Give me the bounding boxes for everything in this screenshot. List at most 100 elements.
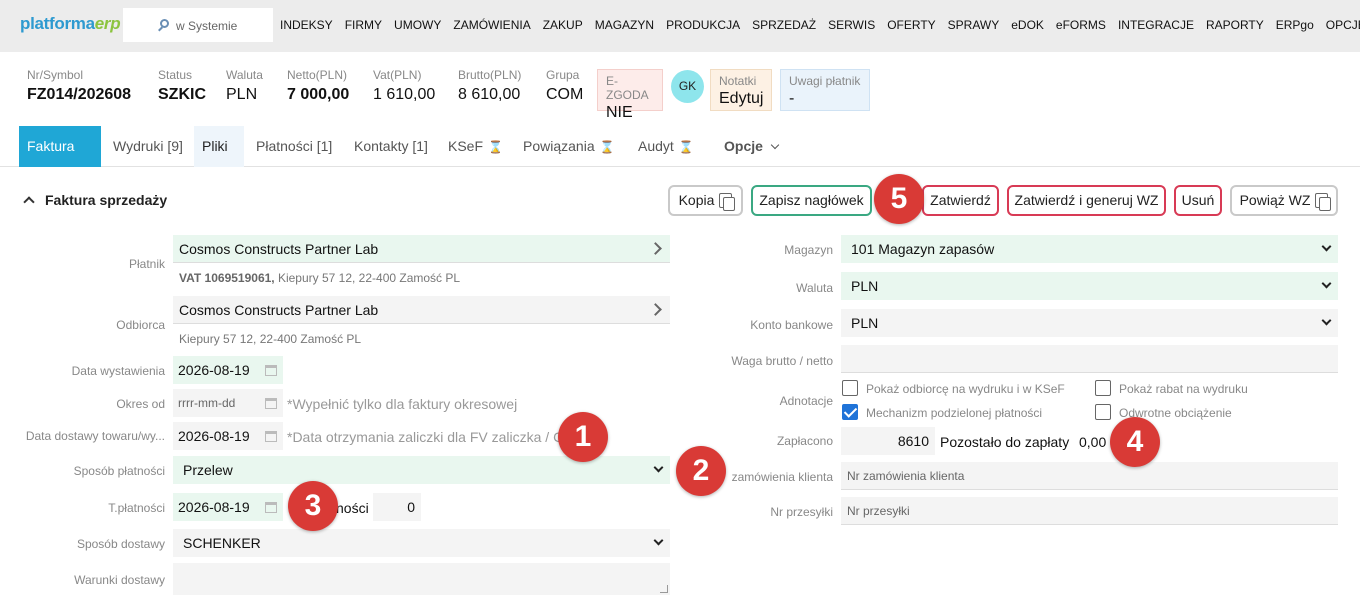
tab-audyt[interactable]: Audyt ⌛: [630, 126, 702, 167]
ezgoda-value: NIE: [606, 104, 633, 121]
header-uwagi[interactable]: Uwagi płatnik -: [780, 69, 870, 111]
okres-od-input[interactable]: rrrr-mm-dd: [173, 389, 283, 417]
data-wystawienia-value: 2026-08-19: [178, 362, 250, 378]
tab-faktura[interactable]: Faktura [1]: [19, 126, 101, 195]
menu-item-sprawy[interactable]: SPRAWY: [948, 18, 1000, 32]
data-dostawy-input[interactable]: 2026-08-19: [173, 422, 283, 450]
approve-generate-wz-button[interactable]: Zatwierdź i generuj WZ: [1007, 185, 1166, 216]
menu-item-oferty[interactable]: OFERTY: [887, 18, 935, 32]
sposob-dostawy-value: SCHENKER: [183, 535, 261, 551]
calendar-icon: [265, 502, 277, 513]
zaplacono-input[interactable]: 8610: [841, 427, 935, 455]
menu-item-magazyn[interactable]: MAGAZYN: [595, 18, 654, 32]
save-header-button[interactable]: Zapisz nagłówek: [751, 185, 872, 216]
menu-item-raporty[interactable]: RAPORTY: [1206, 18, 1264, 32]
menu-item-indeksy[interactable]: INDEKSY: [280, 18, 333, 32]
tab-ksef[interactable]: KSeF ⌛: [440, 126, 511, 167]
tab-pliki[interactable]: Pliki: [194, 126, 244, 167]
link-wz-button[interactable]: Powiąż WZ: [1230, 185, 1338, 216]
menu-item-produkcja[interactable]: PRODUKCJA: [666, 18, 740, 32]
sposob-platnosci-value: Przelew: [183, 462, 233, 478]
checkbox-mechanizm-podzielonej[interactable]: [842, 404, 858, 420]
chevron-down-icon: [1321, 278, 1332, 289]
odbiorca-label: Odbiorca: [116, 318, 165, 332]
vat-value: 1 610,00: [373, 86, 436, 103]
tab-opcje[interactable]: Opcje: [716, 126, 786, 167]
search-input[interactable]: w Systemie: [123, 8, 273, 42]
chevron-down-icon: [653, 535, 664, 546]
nr-zamowienia-input[interactable]: Nr zamówienia klienta: [841, 462, 1338, 490]
notatki-value: Edytuj: [719, 90, 764, 107]
checkbox-pokaz-rabat[interactable]: [1095, 380, 1111, 396]
menu-item-zamowienia[interactable]: ZAMÓWIENIA: [453, 18, 530, 32]
resize-handle-icon: [660, 585, 668, 593]
okres-od-placeholder: rrrr-mm-dd: [178, 396, 236, 410]
data-dostawy-label: Data dostawy towaru/wy...: [25, 429, 165, 443]
menu-item-sprzedaz[interactable]: SPRZEDAŻ: [752, 18, 816, 32]
menu-item-eforms[interactable]: eFORMS: [1056, 18, 1106, 32]
logo[interactable]: platformaerp: [20, 14, 121, 34]
notatki-label: Notatki: [719, 74, 757, 88]
data-wystawienia-label: Data wystawienia: [71, 364, 165, 378]
platnik-details: VAT 1069519061, Kiepury 57 12, 22-400 Za…: [179, 271, 460, 285]
warunki-dostawy-textarea[interactable]: [173, 563, 670, 595]
pozostalo-value: 0,00: [1079, 434, 1107, 450]
copy-button[interactable]: Kopia: [668, 185, 743, 216]
menu-item-zakup[interactable]: ZAKUP: [543, 18, 583, 32]
termin-platnosci-input[interactable]: 2026-08-19: [173, 493, 283, 521]
tab-platnosci[interactable]: Płatności [1]: [248, 126, 340, 167]
logo-text-b: erp: [94, 14, 121, 33]
data-dostawy-hint: *Data otrzymania zaliczki dla FV zaliczk…: [287, 429, 564, 445]
hourglass-icon: ⌛: [599, 140, 615, 154]
menu-item-edok[interactable]: eDOK: [1011, 18, 1044, 32]
magazyn-select[interactable]: 101 Magazyn zapasów: [841, 235, 1338, 263]
sposob-platnosci-select[interactable]: Przelew: [173, 456, 670, 484]
menu-item-erpgo[interactable]: ERPgo: [1276, 18, 1314, 32]
menu-item-integracje[interactable]: INTEGRACJE: [1118, 18, 1194, 32]
odbiorca-field[interactable]: Cosmos Constructs Partner Lab: [173, 296, 670, 324]
copy-button-label: Kopia: [678, 192, 715, 208]
marker-2: 2: [676, 446, 726, 496]
tab-opcje-label: Opcje: [724, 138, 763, 154]
header-notatki[interactable]: Notatki Edytuj: [710, 69, 772, 111]
waluta-select-value: PLN: [851, 278, 879, 294]
checkbox-pokaz-rabat-label: Pokaż rabat na wydruku: [1119, 382, 1248, 396]
checkbox-pokaz-odbiorce[interactable]: [842, 380, 858, 396]
platnik-value: Cosmos Constructs Partner Lab: [179, 241, 379, 257]
sposob-dostawy-select[interactable]: SCHENKER: [173, 529, 670, 557]
menu-item-firmy[interactable]: FIRMY: [345, 18, 382, 32]
approve-button[interactable]: Zatwierdź: [922, 185, 999, 216]
avatar[interactable]: GK: [671, 70, 704, 103]
tab-wydruki[interactable]: Wydruki [9]: [105, 126, 191, 167]
menu-item-serwis[interactable]: SERWIS: [828, 18, 875, 32]
okres-hint: *Wypełnić tylko dla faktury okresowej: [287, 396, 518, 412]
waga-input[interactable]: [841, 345, 1338, 373]
checkbox-odwrotne-obciazenie[interactable]: [1095, 404, 1111, 420]
okres-od-label: Okres od: [116, 397, 165, 411]
waluta-value: PLN: [226, 86, 258, 103]
platnik-field[interactable]: Cosmos Constructs Partner Lab: [173, 235, 670, 263]
tab-powiazania[interactable]: Powiązania ⌛: [515, 126, 623, 167]
header-ezgoda[interactable]: E-ZGODA NIE: [597, 69, 663, 121]
nr-przesylki-input[interactable]: Nr przesyłki: [841, 497, 1338, 525]
platnik-vat: VAT 1069519061,: [179, 271, 275, 285]
menu-item-opcje[interactable]: OPCJE: [1326, 18, 1360, 32]
termin-platnosci-value: 2026-08-19: [178, 499, 250, 515]
uwagi-value: -: [789, 90, 795, 107]
hourglass-icon: ⌛: [488, 140, 503, 154]
konto-bankowe-select[interactable]: PLN: [841, 309, 1338, 337]
link-wz-button-label: Powiąż WZ: [1239, 192, 1311, 208]
odbiorca-address: Kiepury 57 12, 22-400 Zamość PL: [179, 332, 362, 346]
menu-item-umowy[interactable]: UMOWY: [394, 18, 441, 32]
delete-button[interactable]: Usuń: [1174, 185, 1222, 216]
tab-kontakty[interactable]: Kontakty [1]: [346, 126, 436, 167]
data-dostawy-value: 2026-08-19: [178, 428, 250, 444]
section-title[interactable]: Faktura sprzedaży: [23, 192, 167, 208]
netto-value: 7 000,00: [287, 86, 350, 103]
dni-platnosci-input[interactable]: 0: [373, 493, 421, 521]
header-waluta: Waluta PLN: [226, 68, 263, 112]
checkbox-pokaz-odbiorce-label: Pokaż odbiorcę na wydruku i w KSeF: [866, 382, 1065, 396]
data-wystawienia-input[interactable]: 2026-08-19: [173, 356, 283, 384]
waluta-select[interactable]: PLN: [841, 272, 1338, 300]
search-placeholder: w Systemie: [176, 19, 238, 33]
